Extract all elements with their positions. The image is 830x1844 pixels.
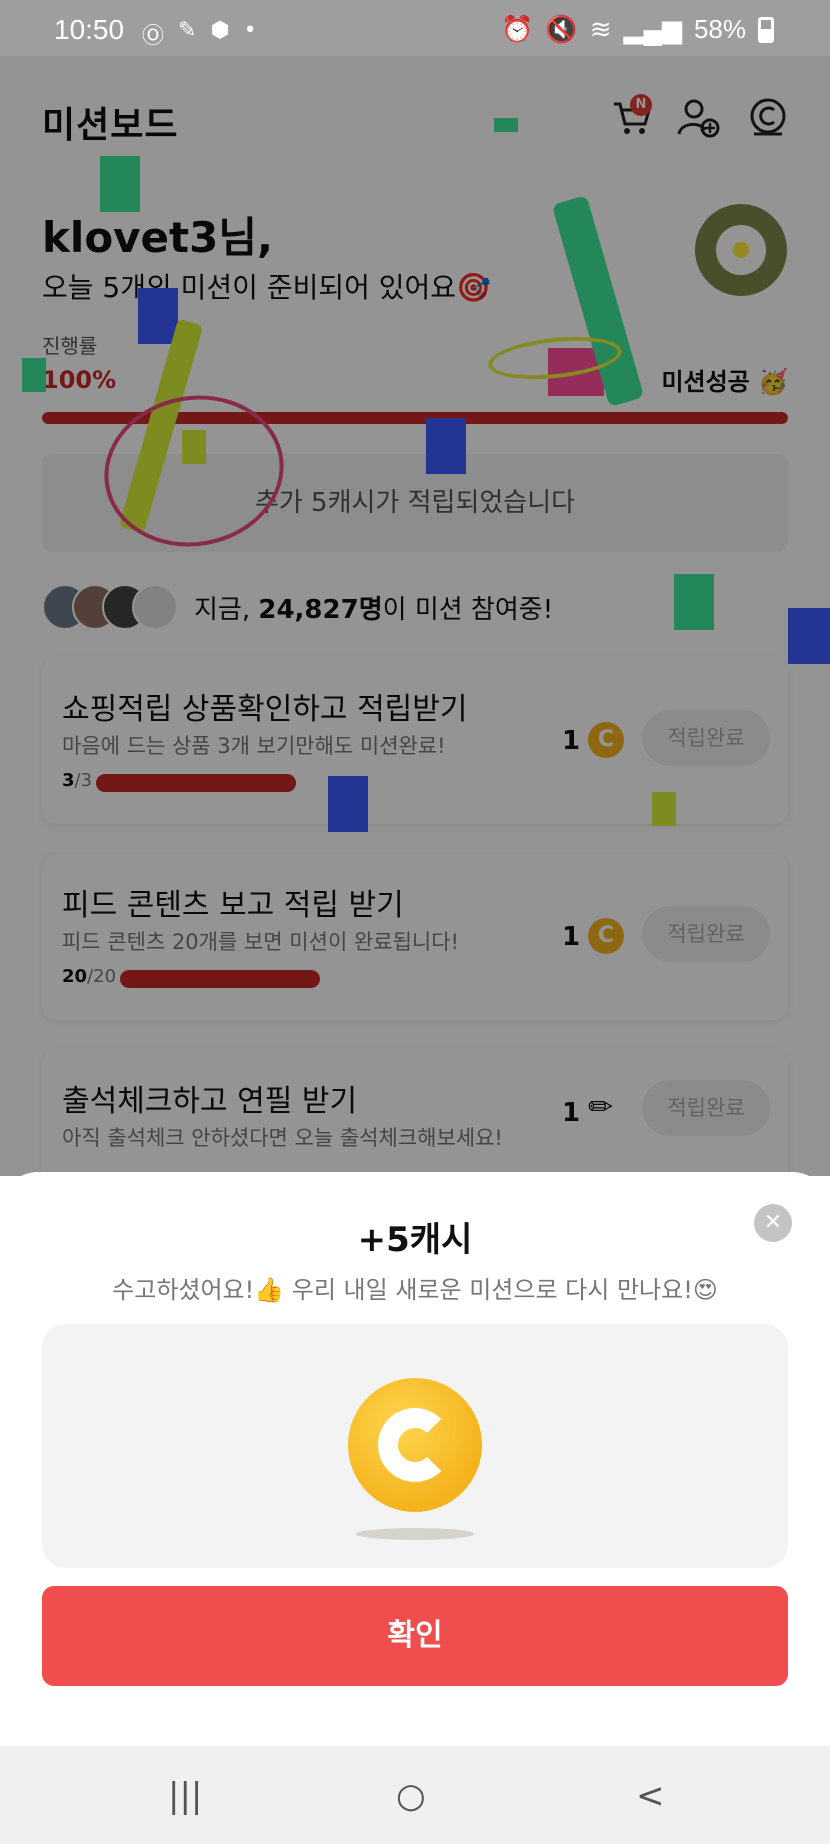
mission-count-done: 3 [62, 770, 75, 791]
mission-progress-bar [120, 970, 320, 988]
battery-percent: 58% [693, 14, 746, 44]
mission-title: 쇼핑적립 상품확인하고 적립받기 [62, 692, 468, 727]
mission-reward: 1 [562, 726, 581, 756]
mission-card[interactable]: 출석체크하고 연필 받기 아직 출석체크 안하셨다면 오늘 출석체크해보세요! … [42, 1050, 788, 1176]
mission-count-done: 20 [62, 966, 88, 987]
participants-row: 지금, 24,827명이 미션 참여중! [42, 582, 553, 632]
add-friend-icon[interactable] [676, 96, 720, 140]
mission-progress-bar [96, 774, 296, 792]
claimed-button[interactable]: 적립완료 [642, 1080, 770, 1136]
battery-icon [758, 16, 774, 43]
status-left-icons: Ⓞ ✎ ⬢ • [142, 18, 257, 50]
claimed-button[interactable]: 적립완료 [642, 906, 770, 962]
confetti-piece [426, 418, 466, 474]
mission-desc: 아직 출석체크 안하셨다면 오늘 출석체크해보세요! [62, 1126, 503, 1150]
reward-message: 수고하셨어요!👍 우리 내일 새로운 미션으로 다시 만나요!😍 [112, 1276, 718, 1304]
mission-reward: 1 [562, 922, 581, 952]
mission-count: 20/20 [62, 966, 116, 987]
coin-illustration-box [42, 1324, 788, 1568]
close-icon[interactable]: ✕ [754, 1204, 792, 1242]
greeting-subtitle: 오늘 5개의 미션이 준비되어 있어요🎯 [42, 271, 491, 304]
reward-title: +5캐시 [357, 1220, 473, 1260]
participants-count: 24,827명 [258, 594, 383, 625]
cash-icon[interactable] [746, 96, 790, 140]
cart-badge: N [630, 94, 652, 116]
mission-desc: 마음에 드는 상품 3개 보기만해도 미션완료! [62, 734, 446, 758]
pencil-icon: ✏ [588, 1090, 614, 1125]
signal-icon: ▂▄▆ [623, 14, 682, 44]
box-icon: ⬢ [210, 18, 230, 43]
confetti-piece [22, 358, 46, 392]
mission-desc: 피드 콘텐츠 20개를 보면 미션이 완료됩니다! [62, 930, 459, 954]
confetti-piece [138, 288, 178, 344]
participants-text: 지금, 24,827명이 미션 참여중! [194, 589, 553, 626]
greeting-name: klovet3님, [42, 213, 273, 262]
participant-avatar [132, 584, 178, 630]
mission-count: 3/3 [62, 770, 92, 791]
confetti-piece [674, 574, 714, 630]
avatar[interactable] [695, 204, 787, 296]
page-title: 미션보드 [42, 105, 179, 146]
mission-card[interactable]: 피드 콘텐츠 보고 적립 받기 피드 콘텐츠 20개를 보면 미션이 완료됩니다… [42, 854, 788, 1020]
back-icon[interactable]: < [636, 1776, 665, 1816]
mission-title: 출석체크하고 연필 받기 [62, 1084, 358, 1119]
coin-shadow [356, 1528, 474, 1540]
status-bar: 10:50 Ⓞ ✎ ⬢ • ⏰ 🔇 ≋ ▂▄▆ 58% [0, 0, 830, 56]
alarm-icon: ⏰ [500, 14, 534, 44]
confetti-piece [328, 776, 368, 832]
mission-count-total: /20 [87, 966, 117, 987]
coin-icon [348, 1378, 482, 1512]
progress-label: 진행률 [42, 334, 98, 358]
participants-suffix: 이 미션 참여중! [382, 594, 554, 625]
coin-icon: C [588, 722, 624, 758]
oh-icon: Ⓞ [142, 24, 165, 49]
mission-count-total: /3 [74, 770, 93, 791]
wifi-icon: ≋ [589, 14, 612, 44]
mission-success-text: 미션성공 🥳 [661, 368, 788, 396]
home-icon[interactable]: ○ [396, 1776, 426, 1816]
status-time: 10:50 [54, 14, 125, 45]
confetti-piece [100, 156, 140, 212]
status-right-icons: ⏰ 🔇 ≋ ▂▄▆ 58% [501, 14, 774, 45]
confirm-button[interactable]: 확인 [42, 1586, 788, 1686]
confetti-piece [652, 792, 676, 826]
recent-apps-icon[interactable]: ||| [168, 1776, 202, 1816]
mission-card[interactable]: 쇼핑적립 상품확인하고 적립받기 마음에 드는 상품 3개 보기만해도 미션완료… [42, 658, 788, 824]
confetti-piece [494, 118, 518, 132]
pen-icon: ✎ [178, 18, 197, 43]
mission-reward: 1 [562, 1098, 581, 1128]
mission-board-screen: 미션보드 N klovet3님, 오늘 5개의 미션이 준비되어 있어요🎯 진행… [0, 56, 830, 1176]
dot-icon: • [243, 18, 257, 43]
progress-value: 100% [42, 366, 117, 394]
participants-prefix: 지금, [194, 594, 259, 625]
mission-title: 피드 콘텐츠 보고 적립 받기 [62, 888, 404, 923]
coin-icon: C [588, 918, 624, 954]
claimed-button[interactable]: 적립완료 [642, 710, 770, 766]
confetti-piece [788, 608, 830, 664]
reward-bottom-sheet: +5캐시 ✕ 수고하셨어요!👍 우리 내일 새로운 미션으로 다시 만나요!😍 … [0, 1172, 830, 1746]
system-nav-bar: ||| ○ < [0, 1746, 830, 1844]
mute-icon: 🔇 [545, 14, 578, 44]
